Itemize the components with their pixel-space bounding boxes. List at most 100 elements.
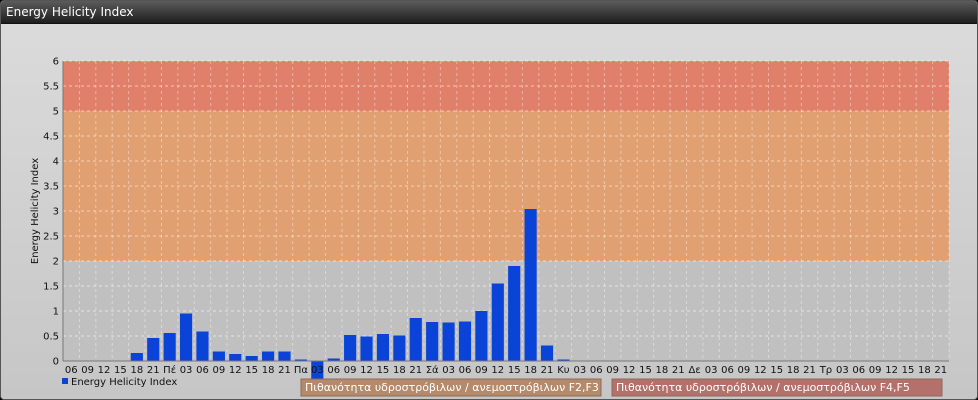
y-axis-label: Energy Helicity Index <box>30 158 41 264</box>
x-tick-label: 06 <box>721 365 734 376</box>
bar-18-12 <box>262 351 275 361</box>
x-tick-label: 12 <box>98 365 111 376</box>
bar-21-13 <box>278 351 291 361</box>
bar-03-7 <box>179 313 193 361</box>
y-tick-label: 4 <box>53 157 59 168</box>
y-tick-label: 2 <box>53 257 59 268</box>
title-bar: Energy Helicity Index <box>1 1 977 24</box>
bar-09-25 <box>475 311 488 361</box>
y-tick-label: 3.5 <box>43 182 59 193</box>
x-tick-label: 15 <box>377 365 390 376</box>
x-tick-label: 03 <box>836 365 849 376</box>
x-tick-label: 09 <box>475 365 488 376</box>
chart-window: Energy Helicity Index 0 0.5 1 1.5 2 2.5 3 3.5 4 4… <box>0 0 978 400</box>
x-tick-label: 18 <box>524 365 537 376</box>
y-tick-label: 0.5 <box>43 332 59 343</box>
x-tick-label: Τρ <box>819 365 832 376</box>
bar-12-18 <box>360 336 373 361</box>
y-tick-label: 5.5 <box>43 82 59 93</box>
bar-21-29 <box>540 345 554 361</box>
y-axis: 0 0.5 1 1.5 2 2.5 3 3.5 4 4.5 5 5.5 6 <box>43 57 64 368</box>
x-tick-label: 18 <box>787 365 800 376</box>
x-tick-label: 09 <box>344 365 357 376</box>
x-axis: 06 09 12 15 18 21 Πέ 03 06 09 12 15 18 21 Πα 03 06 09 12 15… <box>63 360 949 376</box>
x-tick-label: 21 <box>672 365 685 376</box>
bar-18-4 <box>130 353 143 361</box>
x-tick-label: 18 <box>262 365 275 376</box>
x-tick-label: 15 <box>902 365 915 376</box>
bar-15-19 <box>376 334 390 361</box>
x-tick-label: 03 <box>311 365 324 376</box>
x-tick-label: Δε <box>689 365 701 376</box>
bar-21-5 <box>147 338 160 361</box>
band-labels: Πιθανότητα υδροστρόβιλων / ανεμοστρόβιλω… <box>300 378 943 397</box>
x-tick-label: 18 <box>393 365 406 376</box>
legend-label: Energy Helicity Index <box>71 377 177 388</box>
x-tick-label: 06 <box>852 365 865 376</box>
x-tick-label: 06 <box>327 365 340 376</box>
bar-06-8 <box>196 331 209 361</box>
x-tick-label: 12 <box>754 365 767 376</box>
x-tick-label: 06 <box>590 365 603 376</box>
bar-12-26 <box>491 283 504 361</box>
bar-21-21 <box>409 318 422 361</box>
x-tick-label: 21 <box>147 365 160 376</box>
x-tick-label: Κυ <box>557 365 570 376</box>
y-tick-label: 4.5 <box>43 132 59 143</box>
x-tick-label: 18 <box>130 365 143 376</box>
x-tick-label: 09 <box>738 365 751 376</box>
x-tick-label: 21 <box>803 365 816 376</box>
legend-swatch <box>62 378 68 384</box>
x-tick-label: 15 <box>245 365 258 376</box>
bar-09-17 <box>344 335 357 361</box>
y-tick-label: 6 <box>53 57 59 68</box>
bar-Πέ-6 <box>163 333 176 361</box>
x-tick-label: 12 <box>623 365 636 376</box>
y-tick-label: 5 <box>53 107 59 118</box>
band-label-text-1: Πιθανότητα υδροστρόβιλων / ανεμοστρόβιλω… <box>616 381 910 394</box>
x-tick-label: 18 <box>656 365 669 376</box>
x-tick-label: 09 <box>606 365 619 376</box>
x-tick-label: 12 <box>360 365 373 376</box>
window-title: Energy Helicity Index <box>6 5 134 19</box>
y-tick-label: 0 <box>53 357 59 368</box>
x-tick-label: 12 <box>491 365 504 376</box>
bar-09-9 <box>212 351 225 361</box>
x-tick-label: Πα <box>294 365 309 376</box>
x-tick-label: 15 <box>639 365 652 376</box>
bar-Σά-22 <box>426 322 439 361</box>
band-label-text-0: Πιθανότητα υδροστρόβιλων / ανεμοστρόβιλω… <box>305 381 599 394</box>
ehi-bar-chart: 00.511.522.533.544.555.56 06 09 12 15 18 21 Πέ… <box>30 57 950 397</box>
x-tick-label: 15 <box>114 365 127 376</box>
bar-06-24 <box>458 321 472 361</box>
x-tick-label: 18 <box>918 365 931 376</box>
bar-18-20 <box>393 335 406 361</box>
x-tick-label: 03 <box>573 365 586 376</box>
x-tick-label: Σά <box>426 364 439 376</box>
x-tick-label: 03 <box>180 365 193 376</box>
y-tick-label: 3 <box>53 207 59 218</box>
x-tick-label: 15 <box>770 365 783 376</box>
x-tick-label: Πέ <box>163 364 176 376</box>
x-tick-label: 09 <box>81 365 94 376</box>
bar-03-23 <box>442 322 455 361</box>
y-tick-label: 1 <box>53 307 59 318</box>
x-tick-label: 21 <box>278 365 291 376</box>
x-tick-label: 06 <box>459 365 472 376</box>
x-tick-label: 03 <box>705 365 718 376</box>
x-tick-label: 21 <box>541 365 554 376</box>
bar-15-27 <box>508 266 521 361</box>
x-tick-label: 09 <box>869 365 882 376</box>
x-tick-label: 06 <box>196 365 209 376</box>
x-tick-label: 21 <box>409 365 422 376</box>
bar-15-11 <box>245 356 258 361</box>
bar-18-28 <box>524 209 537 361</box>
x-tick-label: 06 <box>65 365 78 376</box>
x-tick-label: 21 <box>934 365 947 376</box>
x-tick-label: 12 <box>229 365 242 376</box>
x-tick-label: 09 <box>213 365 226 376</box>
x-tick-label: 15 <box>508 365 521 376</box>
y-tick-label: 1.5 <box>43 282 59 293</box>
x-tick-label: 12 <box>885 365 898 376</box>
bar-12-10 <box>229 354 242 361</box>
